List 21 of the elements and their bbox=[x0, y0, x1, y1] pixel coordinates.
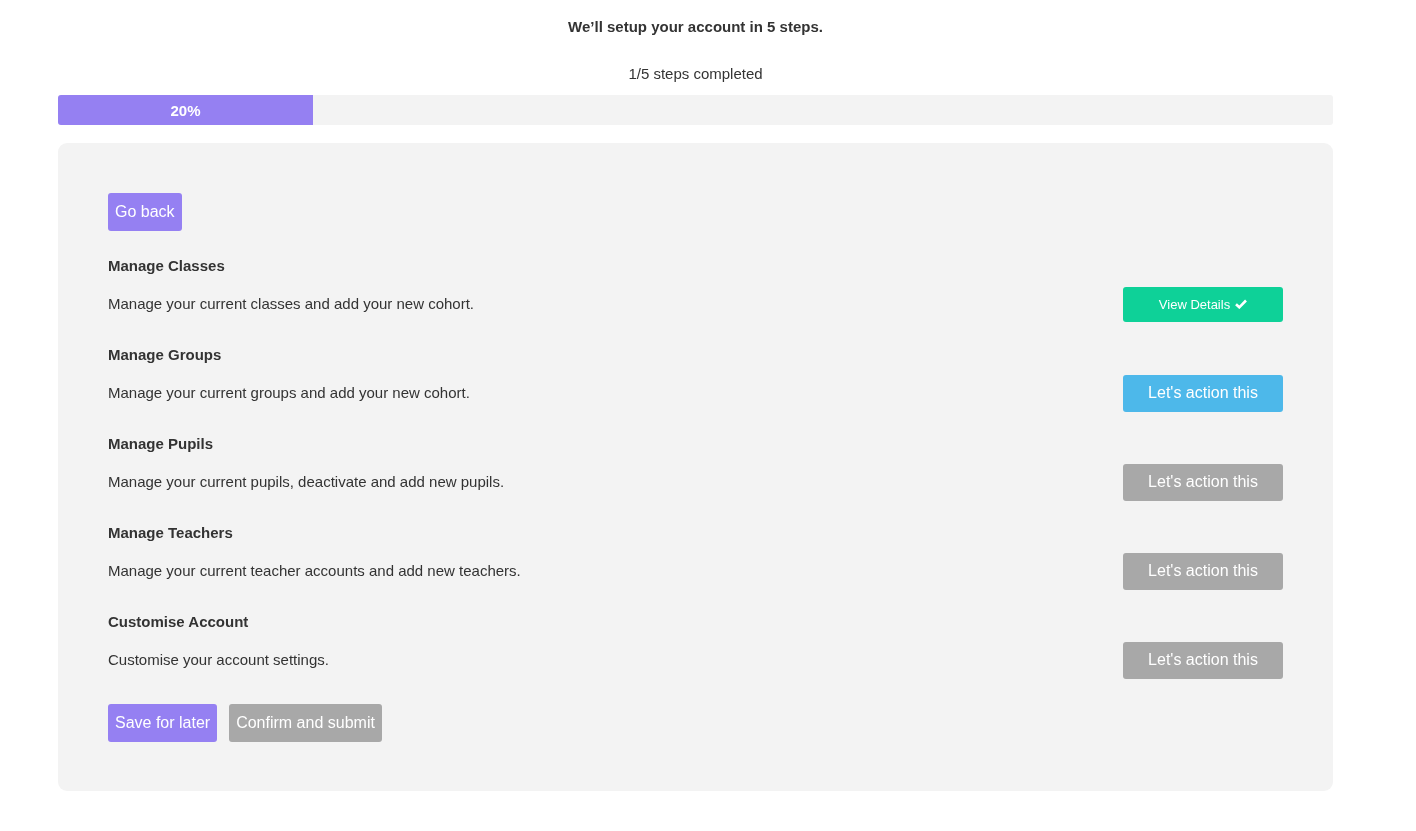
action-button[interactable]: Let's action this bbox=[1123, 374, 1283, 412]
step-title: Manage Teachers bbox=[108, 523, 234, 543]
action-button[interactable]: Let's action this bbox=[1123, 463, 1283, 501]
progress-fill: 20% bbox=[58, 95, 313, 125]
go-back-button[interactable]: Go back bbox=[108, 193, 182, 231]
step-title: Manage Pupils bbox=[108, 434, 215, 454]
action-button[interactable]: Let's action this bbox=[1123, 552, 1283, 590]
step-title: Customise Account bbox=[108, 612, 250, 632]
save-for-later-button[interactable]: Save for later bbox=[108, 704, 218, 742]
action-button[interactable]: Let's action this bbox=[1123, 641, 1283, 679]
step-description: Manage your current teacher accounts and add new teachers. bbox=[108, 561, 521, 581]
step-description: Manage your current classes and add your new cohort. bbox=[108, 294, 475, 314]
check-icon bbox=[1235, 299, 1248, 309]
step-description: Manage your current pupils, deactivate and add new pupils. bbox=[108, 472, 505, 492]
page-heading: We’ll setup your account in 5 steps. bbox=[567, 17, 824, 37]
step-description: Customise your account settings. bbox=[108, 650, 329, 670]
step-title: Manage Groups bbox=[108, 345, 223, 365]
view-details-button[interactable]: View Details bbox=[1123, 286, 1283, 322]
progress-caption: 1/5 steps completed bbox=[627, 64, 764, 84]
step-description: Manage your current groups and add your new cohort. bbox=[108, 383, 470, 403]
step-title: Manage Classes bbox=[108, 256, 226, 276]
